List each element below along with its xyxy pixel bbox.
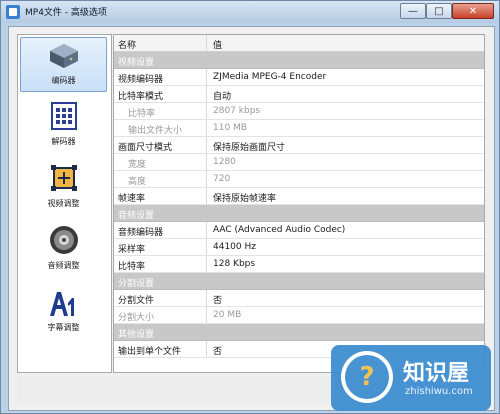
property-name: 比特率 (118, 262, 146, 272)
audio-adjust-icon (46, 222, 82, 258)
column-divider (206, 222, 207, 238)
column-divider (206, 256, 207, 272)
section-header-row: 音频设置 (114, 205, 484, 222)
minimize-button[interactable]: — (400, 3, 426, 19)
property-row: 宽度 1280 (114, 154, 484, 171)
sidebar-item-label: 字幕调整 (47, 323, 80, 332)
column-divider (206, 137, 207, 153)
window-title: MP4文件 - 高级选项 (25, 8, 107, 18)
section-title: 分割设置 (118, 279, 155, 289)
sidebar-item-encoder[interactable]: 编码器 (20, 37, 107, 92)
column-divider (206, 154, 207, 170)
property-grid: 名称 值 视频设置视频编码器 ZJMedia MPEG-4 Encoder 比特率模… (113, 34, 485, 373)
watermark-url: zhishiwu.com (405, 386, 473, 397)
column-divider (206, 103, 207, 119)
video-adjust-icon (46, 160, 82, 196)
section-title: 音频设置 (118, 211, 155, 221)
column-divider (206, 171, 207, 187)
maximize-button[interactable]: □ (426, 3, 452, 19)
property-value[interactable]: 否 (213, 293, 222, 306)
column-divider (206, 341, 207, 357)
property-row[interactable]: 帧速率 保持原始帧速率 (114, 188, 484, 205)
property-value[interactable]: 128 Kbps (213, 259, 255, 269)
watermark-text: 知识屋 (403, 361, 470, 386)
property-value: 110 MB (213, 123, 247, 133)
property-row: 分割大小 20 MB (114, 307, 484, 324)
column-divider (206, 290, 207, 306)
property-value: 1280 (213, 157, 236, 167)
close-button[interactable]: ✕ (452, 3, 494, 19)
property-row[interactable]: 采样率 44100 Hz (114, 239, 484, 256)
property-value: 2807 kbps (213, 106, 261, 116)
sidebar-item-decoder[interactable]: 解码器 (20, 97, 107, 152)
encoder-icon (46, 37, 82, 73)
column-divider (206, 69, 207, 85)
column-header-value: 值 (213, 41, 223, 51)
property-row[interactable]: 比特率模式 自动 (114, 86, 484, 103)
property-row[interactable]: 画面尺寸模式 保持原始画面尺寸 (114, 137, 484, 154)
property-name: 采样率 (118, 245, 146, 255)
column-divider (206, 188, 207, 204)
dialog-window: MP4文件 - 高级选项 — □ ✕ 编码器 解码器 视频调整 音频调整 字幕调… (0, 0, 500, 414)
sidebar-item-video-adjust[interactable]: 视频调整 (20, 159, 107, 214)
section-header-row: 视频设置 (114, 52, 484, 69)
property-row[interactable]: 比特率 128 Kbps (114, 256, 484, 273)
decoder-icon (46, 98, 82, 134)
property-name: 分割文件 (118, 296, 155, 306)
category-sidebar: 编码器 解码器 视频调整 音频调整 字幕调整 (17, 34, 112, 373)
sidebar-item-audio-adjust[interactable]: 音频调整 (20, 221, 107, 276)
section-header-row: 分割设置 (114, 273, 484, 290)
subtitle-adjust-icon (46, 284, 82, 320)
property-name: 输出文件大小 (128, 126, 183, 136)
property-name: 宽度 (128, 160, 147, 170)
property-value[interactable]: AAC (Advanced Audio Codec) (213, 225, 345, 235)
property-value[interactable]: 否 (213, 344, 222, 357)
sidebar-item-subtitle-adjust[interactable]: 字幕调整 (20, 283, 107, 338)
sidebar-item-label: 音频调整 (47, 261, 80, 270)
section-title: 视频设置 (118, 58, 155, 68)
column-divider (206, 120, 207, 136)
property-value: 720 (213, 174, 231, 184)
property-name: 画面尺寸模式 (118, 143, 173, 153)
property-value[interactable]: 保持原始帧速率 (213, 191, 276, 204)
grid-header: 名称 值 (114, 35, 484, 52)
app-icon (6, 5, 20, 19)
column-divider (206, 307, 207, 323)
column-divider (206, 35, 207, 51)
section-title: 其他设置 (118, 330, 155, 340)
property-value[interactable]: 保持原始画面尺寸 (213, 140, 285, 153)
property-name: 比特率模式 (118, 92, 164, 102)
property-row: 高度 720 (114, 171, 484, 188)
column-divider (206, 86, 207, 102)
property-name: 视频编码器 (118, 75, 164, 85)
property-value[interactable]: ZJMedia MPEG-4 Encoder (213, 72, 326, 82)
title-bar[interactable]: MP4文件 - 高级选项 — □ ✕ (1, 1, 499, 23)
sidebar-item-label: 视频调整 (47, 199, 80, 208)
section-header-row: 其他设置 (114, 324, 484, 341)
property-name: 分割大小 (118, 313, 155, 323)
property-name: 输出到单个文件 (118, 347, 182, 357)
column-divider (206, 239, 207, 255)
column-header-name: 名称 (118, 41, 137, 51)
sidebar-item-label: 编码器 (51, 76, 76, 85)
watermark-badge: ? (341, 351, 393, 403)
sidebar-item-label: 解码器 (51, 137, 76, 146)
property-row[interactable]: 分割文件 否 (114, 290, 484, 307)
property-name: 比特率 (128, 109, 156, 119)
watermark-logo: ? 知识屋 zhishiwu.com (331, 345, 491, 411)
property-row: 输出文件大小 110 MB (114, 120, 484, 137)
property-name: 音频编码器 (118, 228, 164, 238)
property-value[interactable]: 自动 (213, 89, 231, 102)
property-row[interactable]: 视频编码器 ZJMedia MPEG-4 Encoder (114, 69, 484, 86)
property-value: 20 MB (213, 310, 242, 320)
question-icon: ? (345, 355, 389, 399)
property-row[interactable]: 音频编码器 AAC (Advanced Audio Codec) (114, 222, 484, 239)
property-value[interactable]: 44100 Hz (213, 242, 256, 252)
property-name: 高度 (128, 177, 147, 187)
property-name: 帧速率 (118, 194, 146, 204)
property-row: 比特率 2807 kbps (114, 103, 484, 120)
